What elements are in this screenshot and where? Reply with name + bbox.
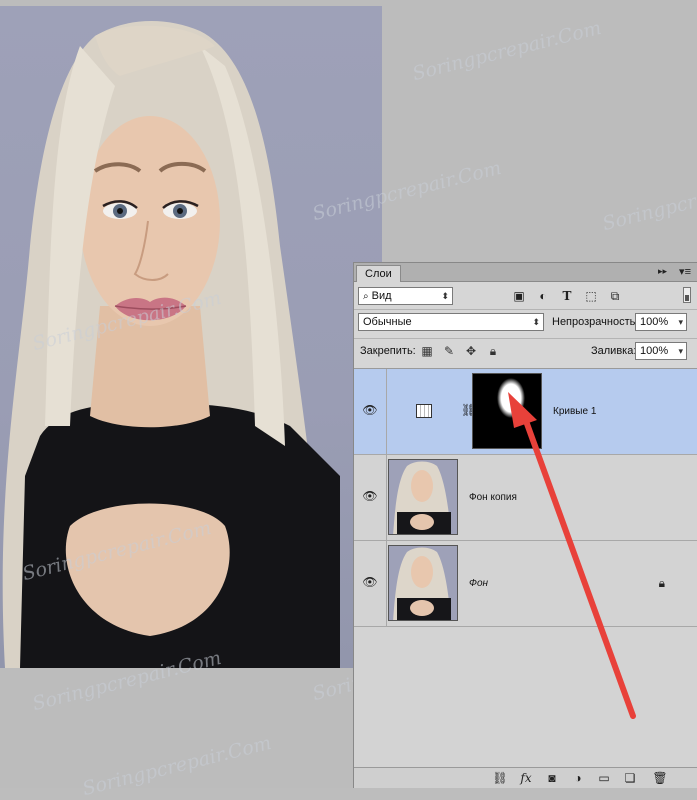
smart-object-filter-icon[interactable]: ⧉ xyxy=(608,289,622,303)
layer-thumbnail[interactable] xyxy=(388,459,458,535)
eye-icon[interactable]: 👁︎ xyxy=(362,576,378,588)
type-filter-icon[interactable]: T xyxy=(560,289,574,303)
new-adjustment-icon[interactable]: ◑ xyxy=(570,770,586,786)
stepper-arrows-icon: ⬍ xyxy=(441,291,449,301)
layer-row-curves[interactable]: 👁︎ ⛓ Кривые 1 xyxy=(354,369,697,455)
blend-row: Обычные ⬍ Непрозрачность: 100% ▾ xyxy=(354,313,697,335)
chevron-down-icon[interactable]: ▾ xyxy=(678,314,683,330)
add-mask-icon[interactable]: ◙ xyxy=(544,770,560,786)
delete-icon[interactable]: 🗑︎ xyxy=(652,770,668,786)
new-group-icon[interactable]: ▭ xyxy=(596,770,612,786)
link-layers-icon[interactable]: ⛓ xyxy=(492,770,508,786)
fill-input[interactable]: 100% ▾ xyxy=(635,342,687,360)
fill-value: 100% xyxy=(640,345,669,357)
search-icon: ⌕ xyxy=(363,291,369,302)
lock-row: Закрепить: ▦ ✎ ✥ 🔒︎ Заливка: 100% ▾ xyxy=(354,341,697,363)
lock-move-icon[interactable]: ✥ xyxy=(464,344,478,358)
panel-menu-button[interactable]: ▾≡ xyxy=(679,265,691,278)
opacity-input[interactable]: 100% ▾ xyxy=(635,313,687,331)
layer-name[interactable]: Фон xyxy=(469,578,488,589)
filter-row: ⌕ Вид ⬍ ▣ ◐ T ⬚ ⧉ xyxy=(354,285,697,307)
eye-icon[interactable]: 👁︎ xyxy=(362,490,378,502)
lock-all-icon[interactable]: 🔒︎ xyxy=(486,344,500,358)
chevron-down-icon[interactable]: ▾ xyxy=(678,343,683,359)
divider xyxy=(386,541,387,626)
thumbnail-image xyxy=(393,547,451,620)
layer-row-background[interactable]: 👁︎ Фон 🔒︎ xyxy=(354,541,697,627)
panel-tab-bar: Слои ▸▸ ▾≡ xyxy=(354,263,697,282)
blend-mode-select[interactable]: Обычные ⬍ xyxy=(358,313,544,331)
layers-bottom-bar: ⛓ fx ◙ ◑ ▭ ❏ 🗑︎ xyxy=(354,767,697,788)
portrait-photo xyxy=(0,6,382,668)
lock-transparent-icon[interactable]: ▦ xyxy=(420,344,434,358)
lock-label: Закрепить: xyxy=(360,345,416,357)
blend-mode-value: Обычные xyxy=(363,316,412,328)
stepper-arrows-icon: ⬍ xyxy=(532,317,540,327)
filter-kind-select[interactable]: ⌕ Вид ⬍ xyxy=(358,287,453,305)
lock-icon: 🔒︎ xyxy=(658,576,665,590)
watermark-text: Soringpcrepair.Com xyxy=(410,16,604,86)
portrait-image xyxy=(2,20,340,668)
curves-adjustment-icon xyxy=(416,404,432,418)
opacity-value: 100% xyxy=(640,316,669,328)
mask-image xyxy=(497,378,525,418)
lock-brush-icon[interactable]: ✎ xyxy=(442,344,456,358)
filter-kind-value: Вид xyxy=(371,290,392,302)
layer-name[interactable]: Фон копия xyxy=(469,492,517,503)
fill-label: Заливка: xyxy=(591,345,637,357)
layer-row-background-copy[interactable]: 👁︎ Фон копия xyxy=(354,455,697,541)
divider xyxy=(354,338,697,339)
divider xyxy=(354,309,697,310)
shape-filter-icon[interactable]: ⬚ xyxy=(584,289,598,303)
layer-mask-thumbnail[interactable] xyxy=(472,373,542,449)
thumbnail-image xyxy=(393,461,451,534)
pixel-filter-icon[interactable]: ▣ xyxy=(512,289,526,303)
filter-toggle-switch[interactable] xyxy=(683,287,691,303)
divider xyxy=(386,455,387,540)
opacity-label: Непрозрачность: xyxy=(552,316,639,328)
watermark-text: Soringpcrepair.Com xyxy=(600,166,697,236)
layer-thumbnail[interactable] xyxy=(388,545,458,621)
divider xyxy=(386,369,387,454)
adjustment-filter-icon[interactable]: ◐ xyxy=(536,289,550,303)
tab-layers[interactable]: Слои xyxy=(356,265,401,282)
collapse-panel-button[interactable]: ▸▸ xyxy=(658,266,667,277)
layers-list: 👁︎ ⛓ Кривые 1 � xyxy=(354,368,697,769)
eye-icon[interactable]: 👁︎ xyxy=(362,404,378,416)
layers-panel: Слои ▸▸ ▾≡ ⌕ Вид ⬍ ▣ ◐ T ⬚ ⧉ Обычные ⬍ Н… xyxy=(353,262,697,788)
fx-icon[interactable]: fx xyxy=(518,770,534,786)
layer-name[interactable]: Кривые 1 xyxy=(553,406,596,417)
watermark-text: Soringpcrepair.Com xyxy=(80,731,274,800)
new-layer-icon[interactable]: ❏ xyxy=(622,770,638,786)
